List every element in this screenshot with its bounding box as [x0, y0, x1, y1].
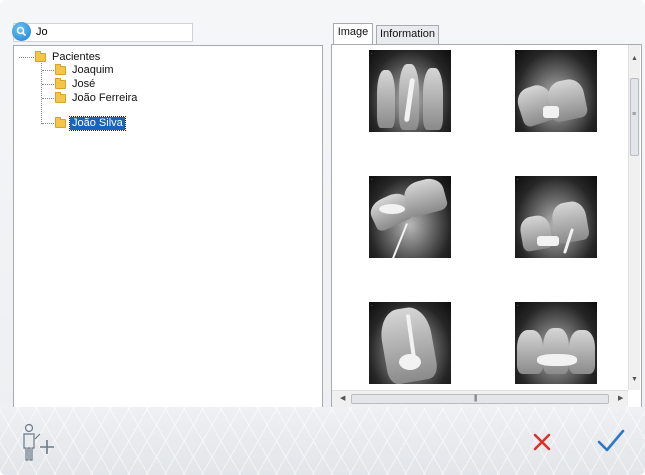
tree-root-pacientes[interactable]: Pacientes: [35, 50, 102, 64]
search-input[interactable]: [36, 24, 186, 40]
xray-thumbnail[interactable]: ·: [369, 302, 451, 384]
folder-icon: [55, 116, 66, 128]
tree-item-jose[interactable]: José: [55, 77, 97, 91]
horizontal-scrollbar[interactable]: ◀ ||| ▶: [332, 390, 628, 407]
folder-icon: [55, 77, 66, 89]
folder-icon: [55, 91, 66, 103]
patient-browser-window: Pacientes Joaquim José João Ferreira Joã…: [0, 0, 645, 475]
xray-thumbnail[interactable]: ·: [515, 50, 597, 132]
search-icon[interactable]: [12, 22, 31, 41]
tree-item-joao-ferreira[interactable]: João Ferreira: [55, 91, 139, 105]
add-patient-button[interactable]: [20, 422, 64, 466]
cancel-button[interactable]: [530, 430, 554, 454]
patient-tree: Pacientes Joaquim José João Ferreira Joã…: [13, 45, 323, 409]
tree-item-joao-silva[interactable]: João Silva: [55, 115, 126, 131]
confirm-button[interactable]: [596, 428, 626, 454]
xray-thumbnail[interactable]: ·: [369, 50, 451, 132]
horizontal-scroll-thumb[interactable]: |||: [351, 394, 609, 404]
person-plus-icon: [23, 423, 54, 461]
check-icon: [597, 429, 625, 452]
scroll-left-icon[interactable]: ◀: [340, 395, 345, 403]
close-icon: [533, 433, 551, 451]
xray-thumbnail[interactable]: ·: [515, 302, 597, 384]
vertical-scrollbar[interactable]: ▲ ≡ ▼: [628, 45, 640, 390]
scroll-up-icon[interactable]: ▲: [631, 55, 638, 63]
search-box: [12, 22, 193, 42]
vertical-scroll-thumb[interactable]: ≡: [630, 78, 639, 156]
image-gallery: · · · · · ·: [331, 44, 642, 409]
tab-image[interactable]: Image: [333, 23, 373, 44]
scroll-down-icon[interactable]: ▼: [631, 376, 638, 384]
xray-thumbnail[interactable]: ·: [515, 176, 597, 258]
action-bar: [0, 407, 645, 475]
xray-thumbnail[interactable]: ·: [369, 176, 451, 258]
tab-information[interactable]: Information: [376, 25, 439, 44]
scroll-right-icon[interactable]: ▶: [618, 395, 623, 403]
folder-icon: [55, 63, 66, 75]
tree-item-joaquim[interactable]: Joaquim: [55, 63, 116, 77]
